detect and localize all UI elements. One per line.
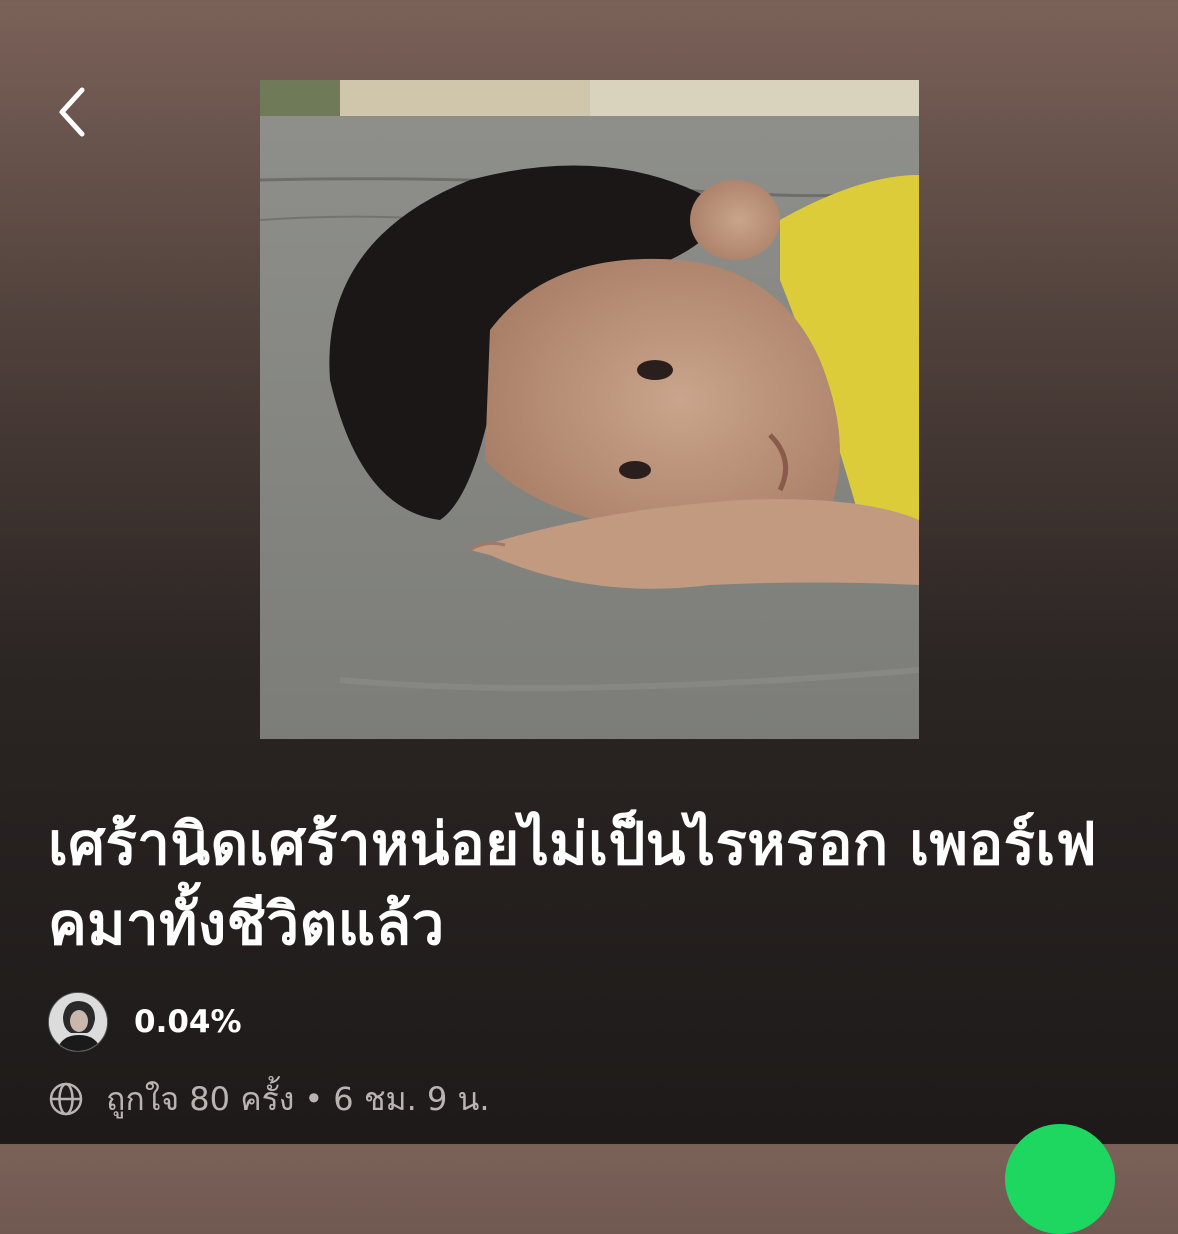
owner-avatar[interactable] [48,992,108,1052]
likes-count: ถูกใจ 80 ครั้ง [106,1079,295,1118]
meta-separator: • [304,1080,324,1118]
chevron-left-icon [59,87,85,137]
playlist-owner[interactable]: 0.04% [48,992,242,1052]
playlist-title: เศร้านิดเศร้าหน่อยไม่เป็นไรหรอก เพอร์เฟค… [48,810,1098,958]
playlist-duration: 6 ชม. 9 น. [333,1079,490,1118]
play-button[interactable] [1005,1124,1115,1234]
playlist-cover-image [260,80,919,739]
playlist-meta: ถูกใจ 80 ครั้ง • 6 ชม. 9 น. [48,1074,490,1124]
globe-icon [49,1082,83,1116]
back-button[interactable] [42,82,102,142]
owner-name[interactable]: 0.04% [134,1004,242,1040]
